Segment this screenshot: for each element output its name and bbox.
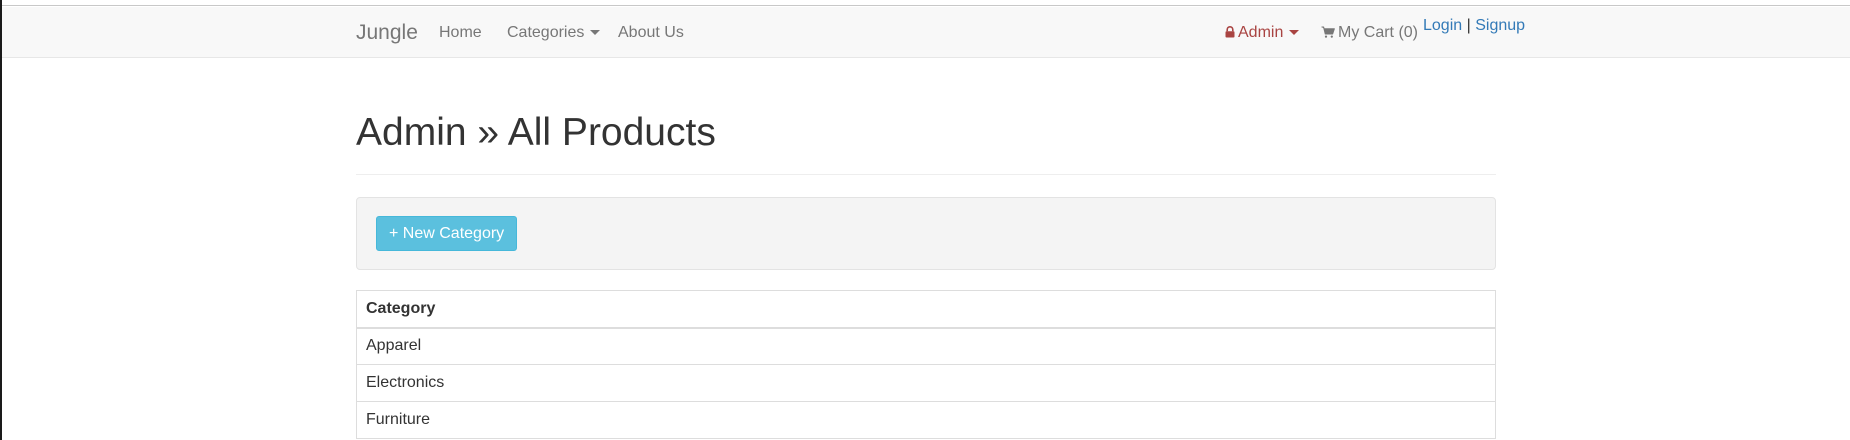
title-divider <box>356 174 1496 175</box>
column-header-category: Category <box>356 290 1496 329</box>
new-category-button[interactable]: + New Category <box>376 216 518 251</box>
caret-down-icon <box>1289 30 1300 36</box>
window-top-edge <box>0 0 1850 6</box>
table-row: Electronics <box>356 364 1496 402</box>
nav-about-label: About Us <box>618 24 684 41</box>
categories-table: Category Apparel Electronics Furniture <box>356 290 1496 439</box>
lock-icon <box>1225 26 1235 38</box>
page-title: Admin » All Products <box>356 111 716 154</box>
toolbar-well: + New Category <box>356 197 1496 270</box>
category-cell: Furniture <box>356 401 1496 439</box>
signup-link[interactable]: Signup <box>1475 17 1525 34</box>
category-cell: Electronics <box>356 364 1496 402</box>
nav-home[interactable]: Home <box>439 24 482 42</box>
auth-links: Login | Signup <box>1423 17 1525 35</box>
table-row: Apparel <box>356 327 1496 365</box>
window-left-edge <box>0 0 2 440</box>
shopping-cart-icon <box>1321 26 1335 38</box>
table-row: Furniture <box>356 401 1496 439</box>
auth-separator: | <box>1466 17 1471 34</box>
nav-admin-dropdown[interactable]: Admin <box>1225 24 1300 42</box>
nav-categories-label: Categories <box>507 24 585 41</box>
brand-link[interactable]: Jungle <box>356 21 418 45</box>
table-header-row: Category <box>356 290 1496 329</box>
top-navbar: Jungle Home Categories About Us Admin My… <box>2 7 1850 58</box>
nav-categories-dropdown[interactable]: Categories <box>507 24 601 42</box>
nav-cart[interactable]: My Cart (0) <box>1321 24 1418 42</box>
nav-cart-label: My Cart (0) <box>1338 24 1418 41</box>
nav-about[interactable]: About Us <box>618 24 684 42</box>
caret-down-icon <box>590 30 601 36</box>
login-link[interactable]: Login <box>1423 17 1462 34</box>
nav-home-label: Home <box>439 24 482 41</box>
nav-admin-label: Admin <box>1238 24 1284 41</box>
category-cell: Apparel <box>356 327 1496 365</box>
